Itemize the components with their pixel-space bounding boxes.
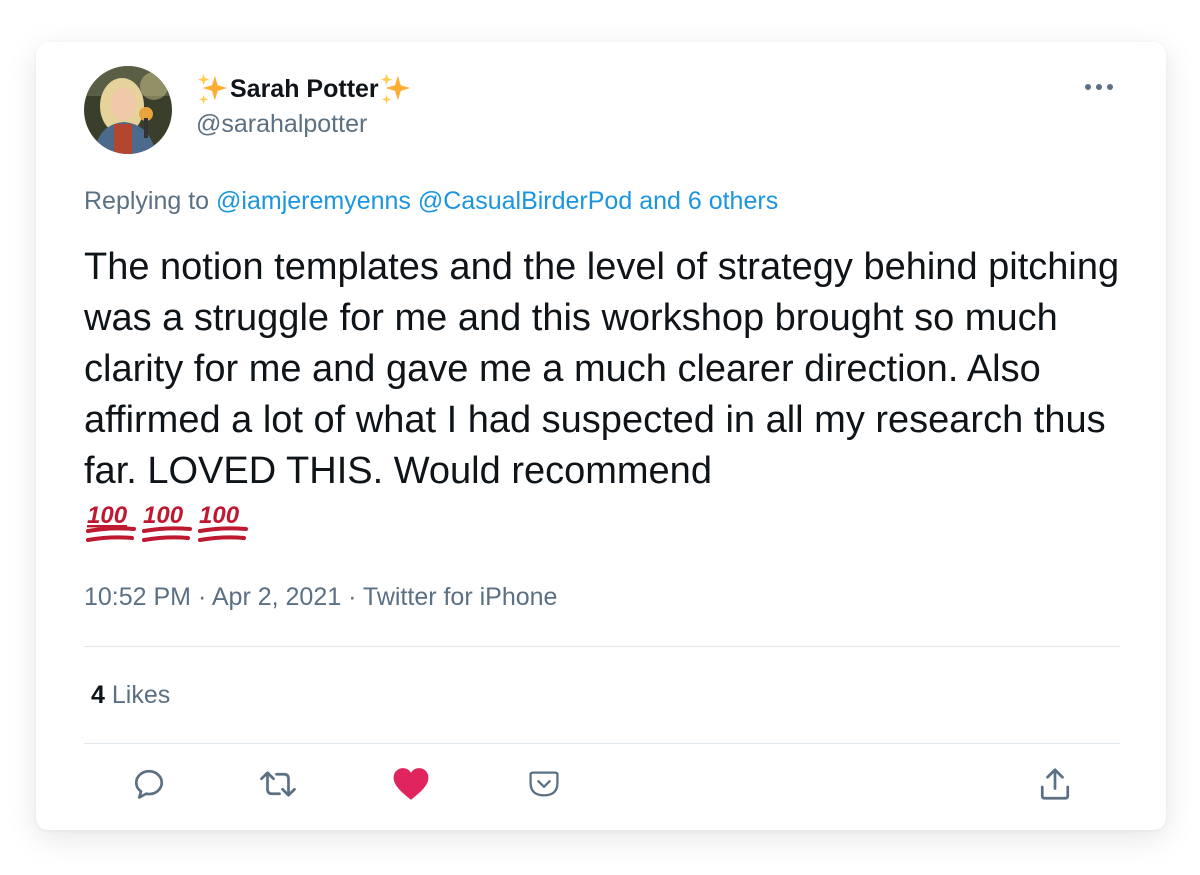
hundred-points-emojis: 100 100 100 bbox=[84, 497, 250, 547]
hundred-points-icon: 100 bbox=[86, 502, 136, 542]
avatar[interactable] bbox=[84, 66, 172, 154]
hundred-points-icon: 100 bbox=[198, 502, 248, 542]
replying-to: Replying to @iamjeremyenns @CasualBirder… bbox=[84, 187, 778, 216]
more-icon[interactable] bbox=[1080, 72, 1118, 102]
pocket-icon[interactable] bbox=[524, 764, 564, 804]
tweet-text: The notion templates and the level of st… bbox=[84, 246, 1120, 492]
likes-label: Likes bbox=[111, 681, 171, 709]
divider bbox=[84, 743, 1120, 744]
share-icon[interactable] bbox=[1035, 764, 1075, 804]
replying-prefix: Replying to bbox=[84, 187, 210, 215]
hundred-points-text: 100 bbox=[143, 502, 184, 529]
display-name[interactable]: Sarah Potter bbox=[196, 72, 413, 106]
tweet-date[interactable]: Apr 2, 2021 bbox=[212, 583, 341, 611]
tweet-time[interactable]: 10:52 PM bbox=[84, 583, 191, 611]
mention-link[interactable]: @iamjeremyenns bbox=[216, 187, 411, 215]
sparkles-icon bbox=[197, 73, 228, 105]
reply-icon[interactable] bbox=[129, 764, 169, 804]
others-link[interactable]: and 6 others bbox=[639, 187, 778, 215]
divider bbox=[84, 646, 1120, 647]
user-handle[interactable]: @sarahalpotter bbox=[196, 110, 367, 139]
separator: · bbox=[348, 583, 357, 611]
separator: · bbox=[197, 583, 207, 611]
display-name-text: Sarah Potter bbox=[230, 74, 379, 103]
retweet-icon[interactable] bbox=[258, 764, 298, 804]
hundred-points-text: 100 bbox=[199, 502, 240, 529]
tweet-meta: 10:52 PM · Apr 2, 2021 · Twitter for iPh… bbox=[84, 583, 557, 612]
heart-icon[interactable] bbox=[391, 764, 431, 804]
hundred-points-icon: 100 bbox=[142, 502, 192, 542]
tweet-source[interactable]: Twitter for iPhone bbox=[363, 583, 558, 611]
likes-count: 4 bbox=[91, 681, 105, 709]
likes-count-link[interactable]: 4 Likes bbox=[91, 681, 170, 710]
sparkles-icon bbox=[380, 73, 410, 105]
mention-link[interactable]: @CasualBirderPod bbox=[418, 187, 632, 215]
hundred-points-text: 100 bbox=[87, 502, 128, 529]
tweet-card: Sarah Potter @sarahalpotter Replying to … bbox=[36, 42, 1166, 830]
